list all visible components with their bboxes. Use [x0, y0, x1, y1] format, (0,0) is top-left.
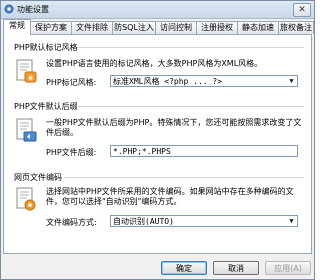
close-button[interactable]: ✕ [293, 3, 311, 17]
php-style-selected-value: 标准XML风格 <?php ... ?> [113, 77, 223, 86]
php-ext-label: PHP文件后缀: [46, 148, 97, 157]
tab-file-exclusion[interactable]: 文件排除 [71, 21, 113, 34]
php-style-group-title: PHP默认标记风格 [14, 43, 78, 52]
encoding-description: 选择网站中PHP文件所采用的文件编码。如果网站中存在多种编码的文件，您可以选择"… [46, 187, 294, 206]
cancel-button[interactable]: 取消 [213, 261, 259, 275]
chevron-down-icon[interactable]: ▼ [287, 77, 296, 85]
php-ext-description: 一般PHP文件默认后缀为PHP。特殊情况下，您还可能按照需求改变了文件后缀。 [46, 118, 302, 137]
encoding-label: 文件编码方式: [46, 218, 97, 227]
php-extension-file-icon [16, 118, 37, 142]
tab-sql-injection[interactable]: 防SQL注入 [112, 21, 156, 34]
ok-button[interactable]: 确定 [161, 261, 207, 275]
tab-panel-general: PHP默认标记风格 ◉ 设置PHP语言使用的标记风格，大多数PHP风格为XML风… [3, 34, 312, 254]
php-ext-divider [78, 106, 304, 107]
php-ext-input[interactable]: *.PHP;*.PHPS [110, 145, 298, 157]
php-document-icon: ◉ [16, 59, 37, 83]
tab-access-control[interactable]: 访问控制 [155, 21, 197, 34]
php-style-divider [78, 47, 304, 48]
tab-general[interactable]: 常规 [3, 19, 31, 35]
settings-app-icon [4, 4, 14, 14]
php-style-label: PHP标记风格: [46, 78, 97, 87]
encoding-select[interactable]: 自动识别(AUTO) ▼ [110, 215, 298, 227]
settings-dialog: 功能设置 ✕ 常规 保护方案 文件排除 防SQL注入 访问控制 注册授权 静态加… [0, 0, 315, 280]
php-style-select[interactable]: 标准XML风格 <?php ... ?> ▼ [110, 75, 298, 87]
chevron-down-icon[interactable]: ▼ [287, 217, 296, 225]
encoding-file-icon [16, 187, 36, 211]
encoding-divider [64, 177, 304, 178]
encoding-group-title: 网页文件编码 [14, 173, 62, 182]
title-bar[interactable]: 功能设置 ✕ [1, 1, 314, 19]
tab-copyright-notes[interactable]: 旅权备注 [278, 21, 314, 34]
tab-strip: 常规 保护方案 文件排除 防SQL注入 访问控制 注册授权 静态加速 旅权备注 [3, 19, 314, 35]
apply-button[interactable]: 应用(A) [265, 261, 311, 275]
svg-text:◉: ◉ [28, 75, 33, 82]
tab-protection-scheme[interactable]: 保护方案 [30, 21, 72, 34]
encoding-selected-value: 自动识别(AUTO) [113, 217, 174, 226]
php-style-description: 设置PHP语言使用的标记风格，大多数PHP风格为XML风格。 [46, 59, 263, 68]
window-title: 功能设置 [17, 5, 49, 14]
tab-registration[interactable]: 注册授权 [196, 21, 238, 34]
php-ext-group-title: PHP文件默认后缀 [14, 102, 78, 111]
tab-static-acceleration[interactable]: 静态加速 [237, 21, 279, 34]
